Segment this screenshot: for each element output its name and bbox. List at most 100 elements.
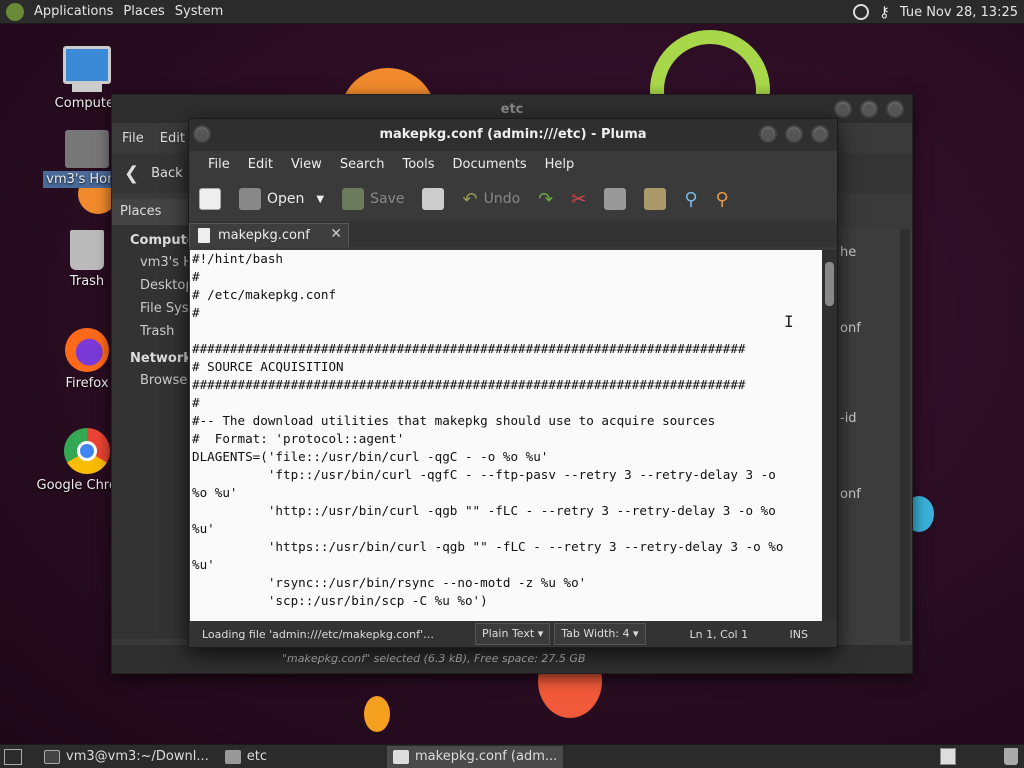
mate-logo-icon[interactable] [6,2,24,21]
menu-file[interactable]: File [122,131,144,146]
sidebar-item-filesystem[interactable]: File System [112,297,192,320]
folder-icon [224,749,241,764]
taskbar-item-file-manager[interactable]: etc [219,746,273,768]
menu-documents[interactable]: Documents [444,157,536,172]
search-icon: ⚲ [684,188,698,210]
computer-icon [63,46,111,84]
copy-button[interactable] [604,188,627,210]
desktop-icon-label: Trash [69,274,105,289]
minimize-button[interactable] [834,100,852,118]
key-icon[interactable]: ⚷ [879,3,890,21]
editor-scrollbar[interactable] [822,250,837,623]
pluma-titlebar[interactable]: makepkg.conf (admin:///etc) - Pluma [189,119,837,151]
close-button[interactable] [811,125,829,143]
file-manager-scrollbar[interactable] [900,229,910,641]
taskbar-item-pluma[interactable]: makepkg.conf (adm... [387,745,564,768]
menu-view[interactable]: View [282,157,331,172]
editor-line: # [192,269,200,284]
applications-menu[interactable]: Applications [34,4,113,19]
close-tab-icon[interactable]: ✕ [330,226,342,242]
bottom-panel: vm3@vm3:~/Downl... etc makepkg.conf (adm… [0,744,1024,768]
find-button[interactable]: ⚲ [684,189,697,210]
menu-tools[interactable]: Tools [393,157,443,172]
workspace-switcher[interactable] [940,748,956,765]
taskbar-item-terminal[interactable]: vm3@vm3:~/Downl... [38,746,215,768]
file-label[interactable]: onf [840,487,861,502]
file-manager-sidebar: Places Computer vm3's Home Desktop File … [112,199,202,639]
sidebar-item-home[interactable]: vm3's Home [112,251,192,274]
editor-line: # Format: 'protocol::agent' [192,431,405,446]
menu-file[interactable]: File [199,157,239,172]
chrome-icon [64,428,110,474]
window-menu-button[interactable] [193,125,211,143]
places-dropdown[interactable]: Places [112,199,192,225]
maximize-button[interactable] [785,125,803,143]
editor-line: 'ftp::/usr/bin/curl -qgfC - --ftp-pasv -… [192,467,776,482]
editor-scrollbar-thumb[interactable] [825,262,834,306]
minimize-button[interactable] [759,125,777,143]
file-label[interactable]: he [840,245,856,260]
sidebar-item-browse-network[interactable]: Browse Network [112,369,192,392]
chevron-down-icon: ▾ [537,627,544,640]
language-dropdown[interactable]: Plain Text ▾ [475,623,551,645]
open-folder-icon [239,188,261,210]
editor-line: #!/hint/bash [192,251,283,266]
terminal-icon [44,749,60,764]
paste-button[interactable] [644,188,667,210]
redo-button[interactable]: ↷ [538,189,553,210]
pluma-menubar: File Edit View Search Tools Documents He… [189,151,837,177]
language-label: Plain Text [482,627,535,640]
cut-button[interactable]: ✂ [571,189,586,210]
open-label: Open [267,191,305,207]
editor-line: # /etc/makepkg.conf [192,287,337,302]
pluma-window[interactable]: makepkg.conf (admin:///etc) - Pluma File… [188,118,838,648]
new-document-button[interactable] [199,188,221,210]
sidebar-item-trash[interactable]: Trash [112,320,192,343]
undo-label: Undo [483,191,521,207]
network-icon[interactable] [852,4,869,20]
back-arrow-icon[interactable]: ❮ [124,163,139,184]
undo-button[interactable]: ↶ Undo [462,189,520,210]
sidebar-section-network: Network [130,351,192,366]
file-label[interactable]: -id [840,411,857,426]
print-button[interactable] [422,188,445,210]
maximize-button[interactable] [860,100,878,118]
redo-icon: ↷ [538,188,554,210]
clock[interactable]: Tue Nov 28, 13:25 [900,5,1018,20]
menu-search[interactable]: Search [331,157,394,172]
save-button[interactable]: Save [342,188,404,210]
places-menu[interactable]: Places [123,4,164,19]
open-button[interactable]: Open ▼ [239,188,324,210]
pluma-statusbar: Loading file 'admin:///etc/makepkg.conf'… [189,621,837,647]
close-button[interactable] [886,100,904,118]
editor-line: # SOURCE ACQUISITION [192,359,344,374]
editor-line: ########################################… [192,377,746,392]
editor-text: #!/hint/bash # # /etc/makepkg.conf # ######… [190,250,822,610]
window-title: makepkg.conf (admin:///etc) - Pluma [379,127,647,142]
file-label[interactable]: onf [840,321,861,336]
show-desktop-button[interactable] [4,748,22,765]
desktop-icon-label: Computer [54,96,120,111]
document-tab[interactable]: makepkg.conf ✕ [189,223,349,247]
paste-icon [644,188,667,210]
trash-applet-icon[interactable] [1004,748,1018,765]
system-menu[interactable]: System [175,4,223,19]
cursor-position: Ln 1, Col 1 [689,627,749,641]
new-document-icon [199,188,221,210]
document-icon [198,228,210,243]
chevron-down-icon[interactable]: ▼ [316,194,324,205]
editor-line: 'https::/usr/bin/curl -qgb "" -fLC - --r… [192,539,784,554]
text-cursor-icon: I [784,312,794,331]
menu-edit[interactable]: Edit [160,131,185,146]
menu-edit[interactable]: Edit [239,157,282,172]
undo-icon: ↶ [462,188,478,210]
cut-icon: ✂ [571,188,587,210]
text-editor-area[interactable]: #!/hint/bash # # /etc/makepkg.conf # ######… [190,250,822,623]
find-replace-button[interactable]: ⚲ [716,189,729,210]
menu-help[interactable]: Help [536,157,584,172]
sidebar-item-desktop[interactable]: Desktop [112,274,192,297]
back-button[interactable]: Back [151,166,183,181]
editor-line: %u' [192,557,215,572]
file-manager-statusbar: "makepkg.conf" selected (6.3 kB), Free s… [112,645,912,673]
tab-width-dropdown[interactable]: Tab Width: 4 ▾ [554,623,646,645]
